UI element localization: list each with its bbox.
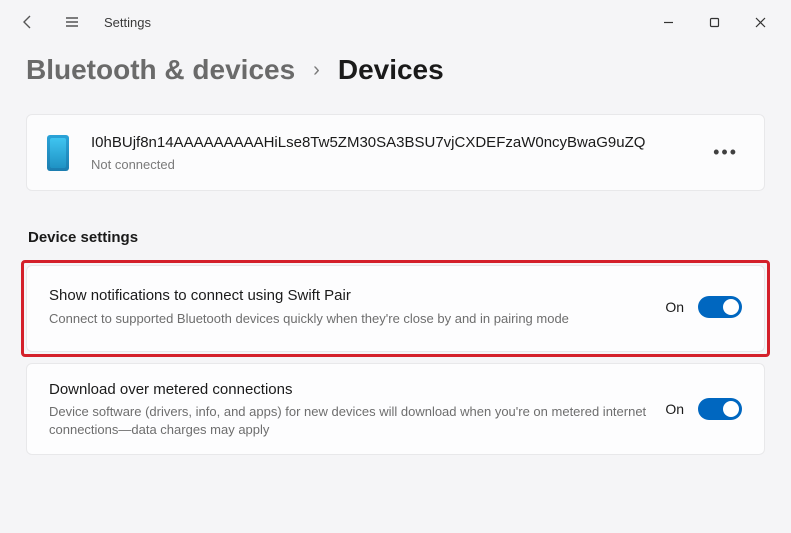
setting-swift-pair-toggle-group: On <box>665 296 742 318</box>
section-header-device-settings: Device settings <box>28 229 765 246</box>
breadcrumb: Bluetooth & devices › Devices <box>26 54 765 86</box>
setting-metered-toggle-group: On <box>665 398 742 420</box>
setting-metered: Download over metered connections Device… <box>26 363 765 455</box>
setting-metered-toggle[interactable] <box>698 398 742 420</box>
device-name: I0hBUjf8n14AAAAAAAAAHiLse8Tw5ZM30SA3BSU7… <box>91 133 685 153</box>
setting-swift-pair-toggle[interactable] <box>698 296 742 318</box>
setting-metered-text: Download over metered connections Device… <box>49 380 665 438</box>
back-button[interactable] <box>8 2 48 42</box>
minimize-icon <box>663 17 674 28</box>
setting-swift-pair-desc: Connect to supported Bluetooth devices q… <box>49 310 647 328</box>
page-content: Bluetooth & devices › Devices I0hBUjf8n1… <box>0 44 791 471</box>
setting-swift-pair: Show notifications to connect using Swif… <box>26 265 765 352</box>
device-info: I0hBUjf8n14AAAAAAAAAHiLse8Tw5ZM30SA3BSU7… <box>91 133 685 172</box>
more-horizontal-icon: ••• <box>713 142 738 162</box>
device-more-button[interactable]: ••• <box>707 138 744 167</box>
minimize-button[interactable] <box>645 6 691 38</box>
close-icon <box>755 17 766 28</box>
highlight-annotation: Show notifications to connect using Swif… <box>21 260 770 357</box>
back-arrow-icon <box>20 14 36 30</box>
breadcrumb-parent[interactable]: Bluetooth & devices <box>26 54 295 86</box>
title-bar-left: Settings <box>8 2 151 42</box>
breadcrumb-separator-icon: › <box>313 59 320 82</box>
device-status: Not connected <box>91 157 685 172</box>
setting-metered-state: On <box>665 401 684 417</box>
nav-menu-button[interactable] <box>52 2 92 42</box>
close-button[interactable] <box>737 6 783 38</box>
device-card[interactable]: I0hBUjf8n14AAAAAAAAAHiLse8Tw5ZM30SA3BSU7… <box>26 114 765 191</box>
title-bar: Settings <box>0 0 791 44</box>
maximize-icon <box>709 17 720 28</box>
setting-swift-pair-state: On <box>665 299 684 315</box>
app-title: Settings <box>104 15 151 30</box>
phone-icon <box>47 135 69 171</box>
setting-swift-pair-text: Show notifications to connect using Swif… <box>49 286 665 327</box>
setting-swift-pair-title: Show notifications to connect using Swif… <box>49 286 647 306</box>
maximize-button[interactable] <box>691 6 737 38</box>
breadcrumb-current: Devices <box>338 54 444 86</box>
hamburger-icon <box>64 14 80 30</box>
setting-metered-title: Download over metered connections <box>49 380 647 400</box>
window-controls <box>645 6 783 38</box>
setting-metered-desc: Device software (drivers, info, and apps… <box>49 403 647 438</box>
